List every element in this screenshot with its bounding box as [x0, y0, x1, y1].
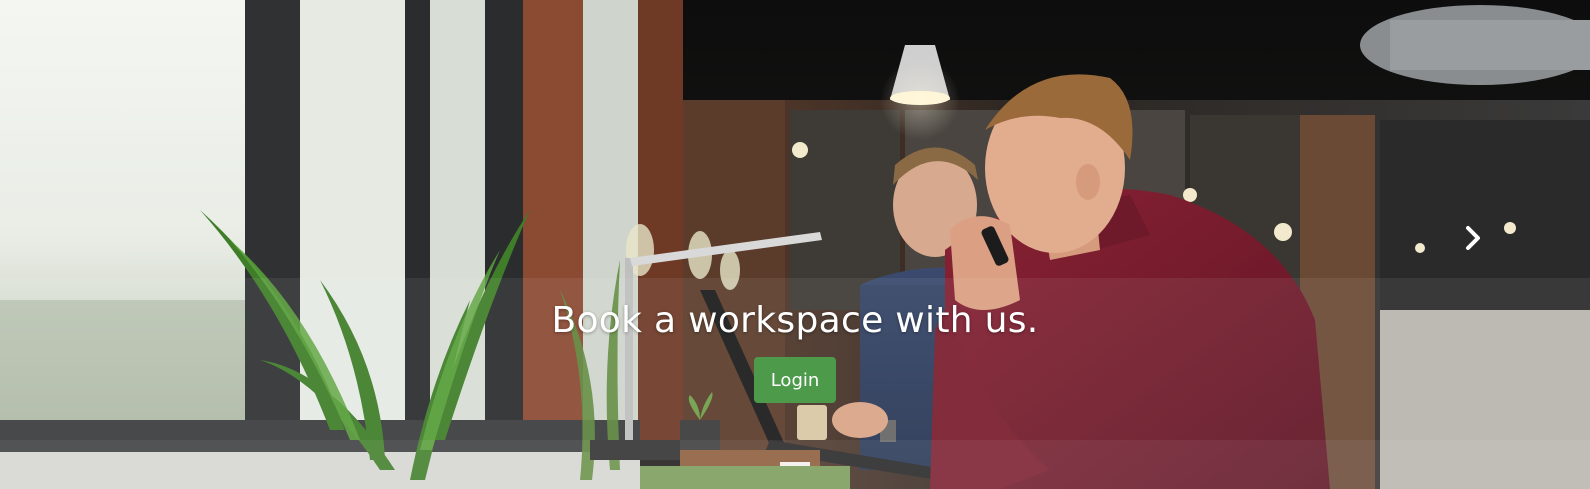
carousel-indicator[interactable]: [780, 462, 810, 466]
carousel-indicators: [0, 462, 1590, 466]
hero-headline: Book a workspace with us.: [551, 300, 1039, 341]
hero-carousel: Book a workspace with us. Login: [0, 0, 1590, 489]
login-button[interactable]: Login: [754, 357, 836, 403]
carousel-next-button[interactable]: [1462, 224, 1484, 252]
chevron-right-icon: [1466, 226, 1480, 250]
